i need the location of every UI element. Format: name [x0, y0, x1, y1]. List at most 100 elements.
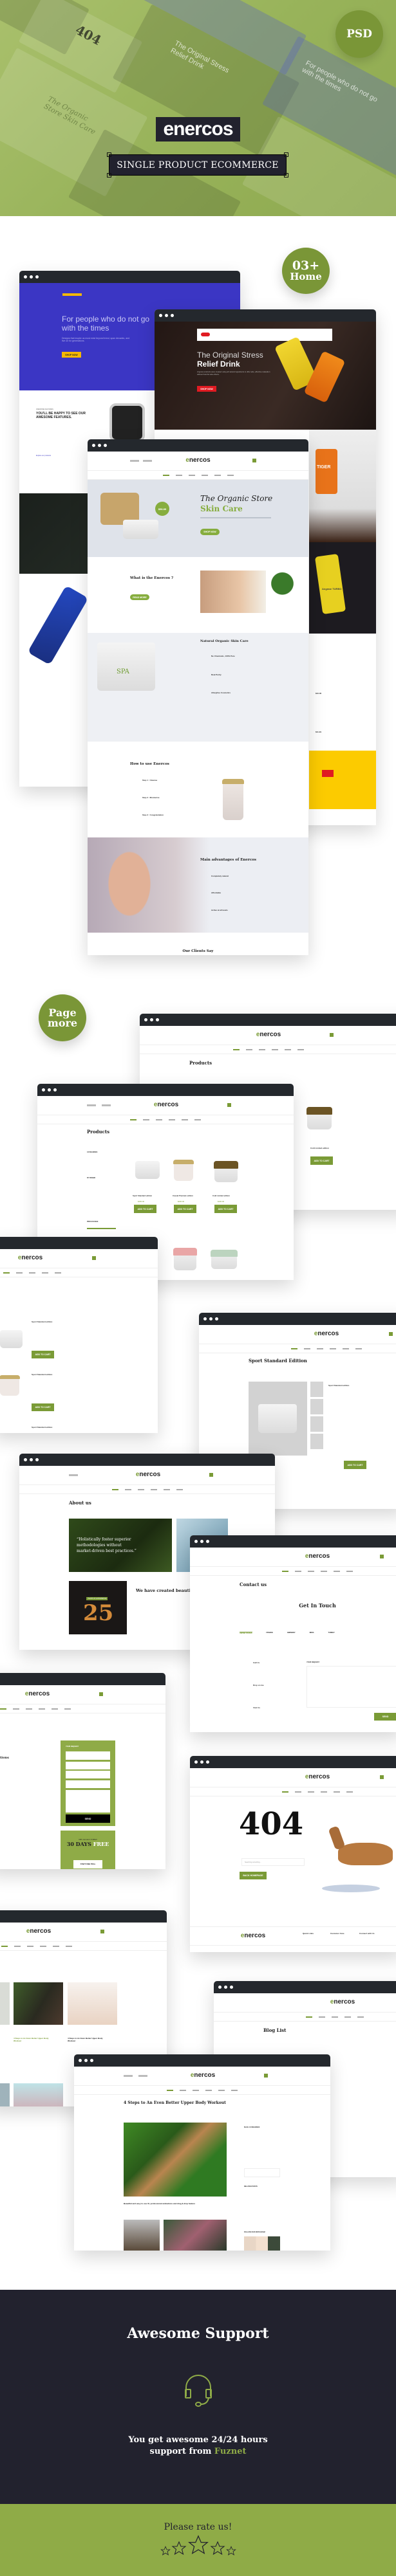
country-tab[interactable]: TURKEY [328, 1632, 335, 1634]
country-tab[interactable]: FRANCE [267, 1632, 273, 1634]
nav-item[interactable] [124, 1488, 131, 1490]
contact-page-mockup[interactable]: enercos Contact us Get In Touch UNITED S… [190, 1535, 396, 1732]
currency-select[interactable] [138, 2075, 147, 2077]
nav-item[interactable] [308, 1570, 314, 1572]
nav-item[interactable] [259, 1048, 265, 1050]
nav-item[interactable] [308, 1791, 314, 1793]
nav-item[interactable] [42, 1272, 48, 1274]
currency-select[interactable] [102, 1104, 111, 1106]
nav-item[interactable] [156, 1119, 162, 1120]
subject-select[interactable] [66, 1780, 110, 1788]
site-logo[interactable]: enercos [256, 1031, 281, 1038]
nav-item[interactable] [193, 2089, 199, 2091]
brand-link[interactable]: Fuznet [214, 2447, 247, 2456]
star-icon[interactable] [187, 2534, 209, 2556]
nav-item[interactable] [26, 1708, 32, 1710]
nav-item[interactable] [137, 1488, 144, 1490]
site-logo[interactable]: enercos [314, 1330, 339, 1337]
post-image[interactable] [68, 1982, 117, 2025]
nav-item[interactable] [357, 2016, 364, 2018]
nav-item[interactable] [169, 1119, 175, 1120]
cart-icon[interactable] [264, 2074, 268, 2078]
nav-item[interactable] [321, 1570, 327, 1572]
shop-now-button[interactable]: SHOP NOW [200, 529, 220, 535]
site-logo[interactable]: enercos [136, 1471, 160, 1478]
nav-item[interactable] [16, 1272, 23, 1274]
nav-item[interactable] [317, 1347, 323, 1349]
nav-item[interactable] [295, 1791, 301, 1793]
home-organic-mockup[interactable]: enercos $56.89 The Organic Store Skin Ca… [88, 439, 308, 955]
nav-item[interactable] [1, 1945, 8, 1947]
email-field[interactable] [66, 1762, 110, 1769]
nav-item[interactable] [13, 1708, 19, 1710]
star-icon[interactable] [209, 2541, 225, 2556]
nav-item[interactable] [214, 474, 221, 476]
nav-item[interactable] [330, 1347, 336, 1349]
nav-item[interactable] [334, 1570, 340, 1572]
nav-item[interactable] [321, 1791, 327, 1793]
nav-item[interactable] [14, 1945, 21, 1947]
phone-field[interactable] [66, 1771, 110, 1778]
nav-item[interactable] [39, 1708, 45, 1710]
start-trial-button[interactable]: START FREE TRIAL [73, 1860, 102, 1868]
shop-now-button[interactable]: SHOP NOW [197, 386, 216, 392]
nav-item[interactable] [64, 1708, 71, 1710]
add-to-cart-button[interactable]: ADD TO CART [344, 1461, 366, 1469]
blog-detail-mockup[interactable]: enercos 4 Steps to An Even Better Upper … [74, 2054, 330, 2251]
post-title[interactable]: 4 Steps to An Even Better Upper Body Wor… [14, 2037, 53, 2042]
thumbnail[interactable] [310, 1416, 323, 1432]
add-to-cart-button[interactable]: ADD TO CART [32, 1351, 54, 1358]
currency-select[interactable] [143, 460, 152, 462]
nav-item[interactable] [246, 1048, 252, 1050]
post-title[interactable]: 4 Steps to An Even Better Upper Body Wor… [68, 2037, 108, 2042]
nav-item[interactable] [205, 2089, 212, 2091]
site-logo[interactable]: enercos [18, 1254, 42, 1261]
nav-item[interactable] [291, 1347, 297, 1349]
nav-item[interactable] [130, 1119, 137, 1120]
language-select[interactable] [69, 1474, 78, 1476]
add-to-cart-button[interactable]: ADD TO CART [32, 1403, 54, 1411]
cart-icon[interactable] [380, 1775, 384, 1779]
nav-item[interactable] [29, 1272, 35, 1274]
add-to-cart-button[interactable]: ADD TO CART [310, 1156, 333, 1165]
full-name-field[interactable] [66, 1751, 110, 1760]
nav-item[interactable] [304, 1347, 310, 1349]
nav-item[interactable] [55, 1272, 61, 1274]
nav-item[interactable] [162, 474, 169, 476]
explore-link[interactable]: Explore our products [36, 455, 51, 457]
post-image[interactable] [0, 1982, 10, 2025]
site-logo[interactable]: enercos [305, 1553, 330, 1560]
nav-item[interactable] [332, 2016, 338, 2018]
site-logo[interactable]: enercos [305, 1773, 330, 1780]
post-image[interactable] [14, 2083, 63, 2106]
language-select[interactable] [87, 1104, 96, 1106]
cart-icon[interactable] [389, 1332, 393, 1336]
country-tab[interactable]: UNITED STATES [240, 1632, 252, 1634]
back-home-button[interactable]: BACK HOMEPAGE [240, 1872, 267, 1879]
nav-item[interactable] [295, 1570, 301, 1572]
country-tab[interactable]: INDIA [310, 1632, 314, 1634]
site-logo[interactable]: enercos [154, 1101, 178, 1108]
site-logo[interactable]: enercos [25, 1690, 50, 1697]
nav-item[interactable] [40, 1945, 46, 1947]
nav-item[interactable] [3, 1272, 10, 1274]
site-logo[interactable]: enercos [26, 1928, 51, 1935]
thumbnail[interactable] [310, 1399, 323, 1414]
send-button[interactable]: SEND [66, 1814, 110, 1823]
request-form[interactable] [306, 1666, 396, 1708]
nav-item[interactable] [319, 2016, 325, 2018]
shop-now-button[interactable]: SHOP NOW [62, 352, 81, 358]
nav-item[interactable] [27, 1945, 33, 1947]
nav-item[interactable] [227, 474, 234, 476]
nav-item[interactable] [167, 2089, 173, 2091]
nav-item[interactable] [343, 1347, 349, 1349]
nav-item[interactable] [201, 474, 208, 476]
post-image[interactable] [0, 2083, 10, 2106]
nav-item[interactable] [53, 1945, 59, 1947]
site-logo[interactable]: enercos [191, 2072, 215, 2079]
nav-item[interactable] [175, 474, 182, 476]
cart-icon[interactable] [209, 1473, 213, 1477]
nav-item[interactable] [218, 2089, 225, 2091]
star-icon[interactable] [160, 2546, 171, 2556]
faq-page-mockup[interactable]: enercos tions YOUR REQUEST SEND TRY SCOU… [0, 1673, 165, 1869]
